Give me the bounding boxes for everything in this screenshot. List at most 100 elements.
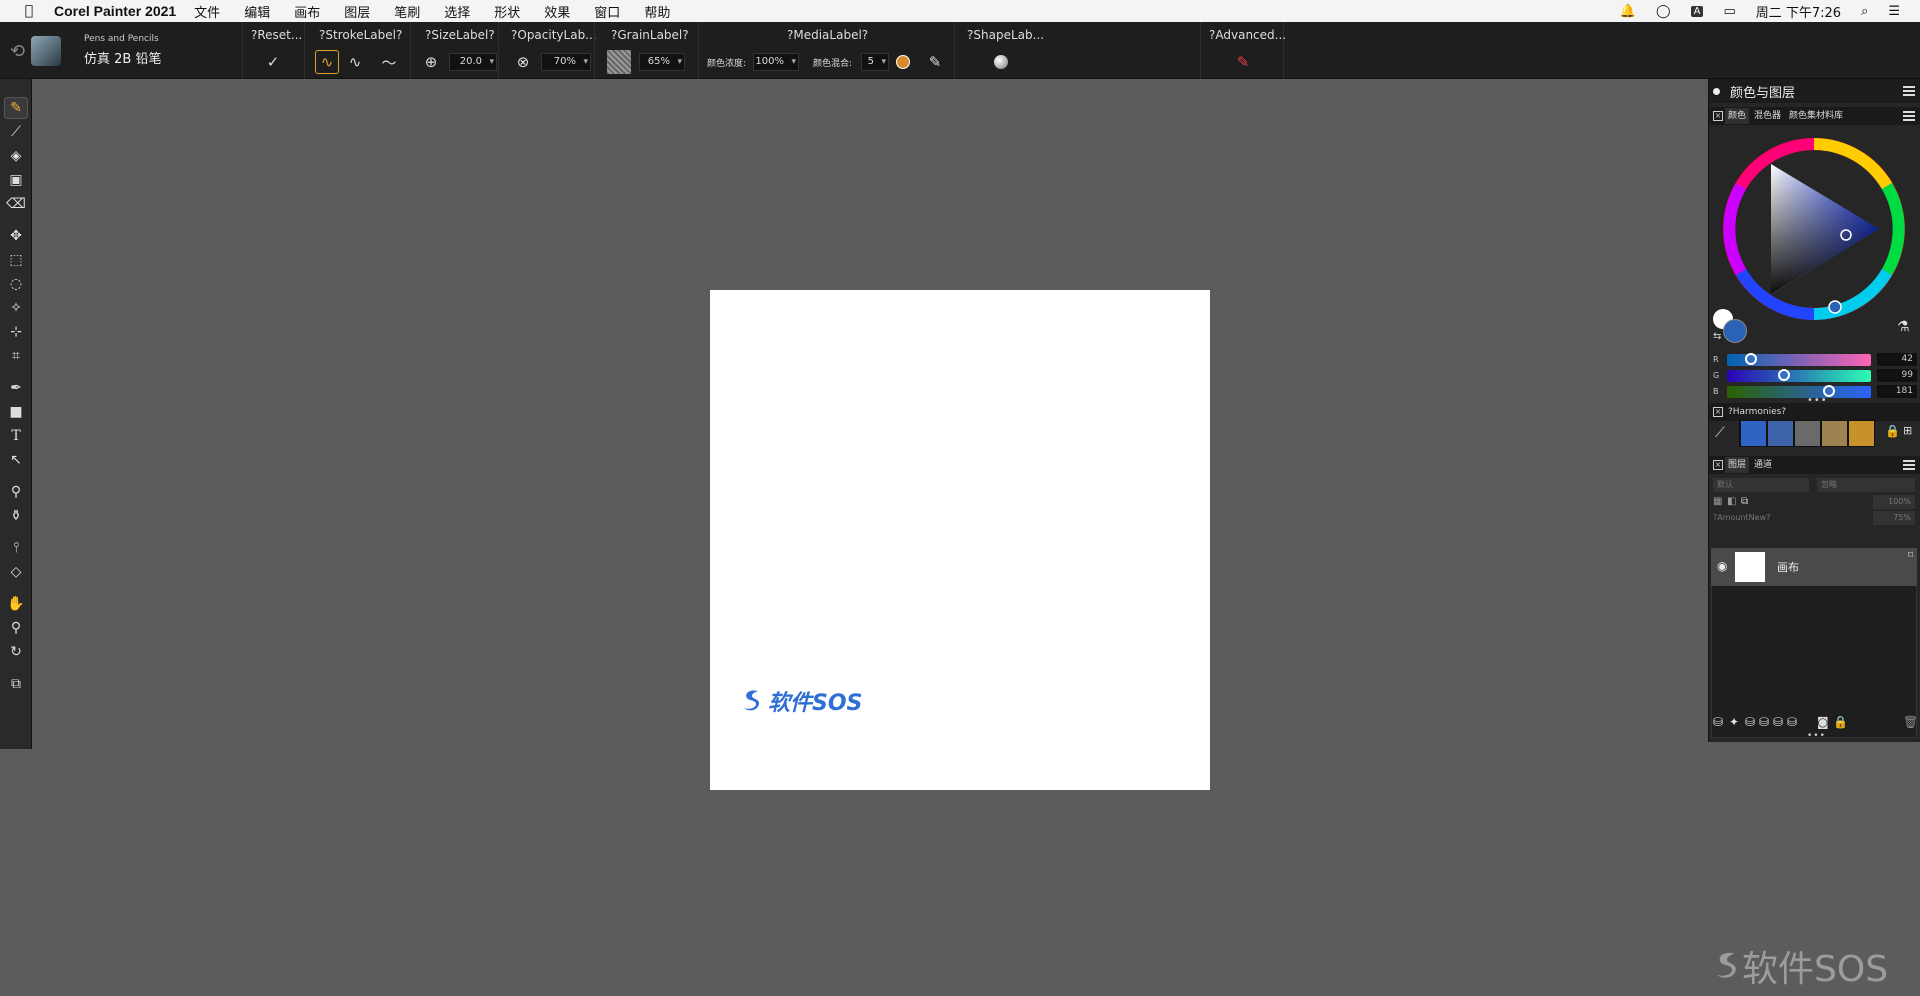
layer-opacity-field[interactable]: 100% xyxy=(1873,495,1915,509)
layer-row-canvas[interactable]: ◉ 画布 ⌑ xyxy=(1711,548,1917,586)
menu-canvas[interactable]: 画布 xyxy=(294,2,320,21)
harmony-rule-icon[interactable]: ⟋ xyxy=(1715,425,1725,441)
recent-brush-icon[interactable]: ⟲ xyxy=(10,41,25,62)
size-field[interactable]: 20.0 xyxy=(449,53,497,71)
lock-layer-icon[interactable]: ⧉ xyxy=(1741,496,1748,507)
blend-color-icon[interactable] xyxy=(891,50,915,74)
preserve-transparency-icon[interactable]: ▦ xyxy=(1713,496,1722,507)
crop-tool-icon[interactable]: ⌗ xyxy=(4,345,28,367)
panel-menu-icon[interactable] xyxy=(1903,86,1915,96)
drawing-mode-icon[interactable]: ⧉ xyxy=(4,673,28,695)
layers-close-icon[interactable]: × xyxy=(1713,460,1723,470)
blend-mode-select[interactable]: 默认 xyxy=(1713,478,1809,492)
tab-color-sets[interactable]: 颜色集材料库 xyxy=(1786,108,1846,124)
red-value[interactable]: 42 xyxy=(1877,353,1917,366)
menu-window[interactable]: 窗口 xyxy=(594,2,620,21)
color-tab-menu-icon[interactable] xyxy=(1903,111,1915,121)
new-watercolor-layer-icon[interactable]: ⛁ xyxy=(1759,715,1769,729)
new-thick-paint-layer-icon[interactable]: ⛁ xyxy=(1787,715,1797,729)
new-layer-icon[interactable]: ⛁ xyxy=(1745,715,1755,729)
display-mirror-icon[interactable]: ▭ xyxy=(1723,4,1735,19)
red-slider-knob[interactable] xyxy=(1745,353,1757,365)
color-tab-close-icon[interactable]: × xyxy=(1713,111,1723,121)
app-name-menu[interactable]: Corel Painter 2021 xyxy=(54,3,176,19)
menubar-clock[interactable]: 周二 下午7:26 xyxy=(1756,2,1841,21)
mirror-painting-tool-icon[interactable]: ⫯ xyxy=(4,537,28,559)
straight-line-stroke-icon[interactable]: ∿ xyxy=(343,50,367,74)
text-tool-icon[interactable]: T xyxy=(4,425,28,447)
spotlight-search-icon[interactable]: ⌕ xyxy=(1861,4,1868,19)
tab-color[interactable]: 颜色 xyxy=(1725,108,1750,124)
color-wheel[interactable] xyxy=(1719,134,1909,324)
harmony-swatch-4[interactable] xyxy=(1822,421,1847,446)
eraser-tool-icon[interactable]: ⌫ xyxy=(4,193,28,215)
dynamic-plugins-icon[interactable]: ✦ xyxy=(1729,715,1739,729)
shape-selection-tool-icon[interactable]: ↖ xyxy=(4,449,28,471)
cloner-tool-icon[interactable]: ⚲ xyxy=(4,481,28,503)
freehand-stroke-icon[interactable]: ∿ xyxy=(315,50,339,74)
menu-file[interactable]: 文件 xyxy=(194,2,220,21)
input-method-icon[interactable]: A xyxy=(1690,5,1704,17)
harmony-add-icon[interactable]: ⊞ xyxy=(1903,424,1912,437)
layers-menu-icon[interactable] xyxy=(1903,460,1915,470)
dab-shape-icon[interactable] xyxy=(989,50,1013,74)
stroke-smoothing-icon[interactable]: 〜 xyxy=(377,50,401,74)
color-variability-icon[interactable]: ⚗ xyxy=(1897,319,1910,335)
rotate-page-tool-icon[interactable]: ↻ xyxy=(4,641,28,663)
menu-select[interactable]: 选择 xyxy=(444,2,470,21)
dirty-mode-icon[interactable]: ✎ xyxy=(923,50,947,74)
green-slider-knob[interactable] xyxy=(1778,369,1790,381)
paint-bucket-tool-icon[interactable]: ◈ xyxy=(4,145,28,167)
grabber-tool-icon[interactable]: ✋ xyxy=(4,593,28,615)
pen-tool-icon[interactable]: ✒ xyxy=(4,377,28,399)
magnifier-tool-icon[interactable]: ⚲ xyxy=(4,617,28,639)
opacity-field[interactable]: 70% xyxy=(541,53,591,71)
advanced-brush-icon[interactable]: ✎ xyxy=(1231,50,1255,74)
layer-more-icon[interactable]: ••• xyxy=(1807,731,1826,741)
tab-layers[interactable]: 图层 xyxy=(1725,457,1750,473)
lasso-tool-icon[interactable]: ◌ xyxy=(4,273,28,295)
magic-wand-tool-icon[interactable]: ✧ xyxy=(4,297,28,319)
delete-layer-icon[interactable]: 🗑 xyxy=(1903,715,1918,729)
menu-brushes[interactable]: 笔刷 xyxy=(394,2,420,21)
color-density-field[interactable]: 100% xyxy=(753,53,799,71)
composite-select[interactable]: 忽略 xyxy=(1817,478,1915,492)
menu-shapes[interactable]: 形状 xyxy=(494,2,520,21)
control-center-icon[interactable]: ☰ xyxy=(1888,4,1900,19)
swap-colors-icon[interactable]: ⇆ xyxy=(1713,331,1721,342)
rubber-stamp-tool-icon[interactable]: ⚱ xyxy=(4,505,28,527)
menu-effects[interactable]: 效果 xyxy=(544,2,570,21)
panel-close-icon[interactable] xyxy=(1713,87,1720,95)
perspective-guides-tool-icon[interactable]: ◇ xyxy=(4,561,28,583)
green-slider[interactable] xyxy=(1727,369,1871,382)
primary-color-swatch[interactable] xyxy=(1723,319,1747,343)
layer-mask-icon[interactable]: ◙ xyxy=(1817,715,1829,729)
rectangle-shape-tool-icon[interactable]: ■ xyxy=(4,401,28,423)
dropper-tool-icon[interactable]: ⟋ xyxy=(4,121,28,143)
brush-selector[interactable]: ⟲ Pens and Pencils 仿真 2B 铅笔 xyxy=(10,30,230,72)
harmony-swatch-5[interactable] xyxy=(1849,421,1874,446)
menu-layers[interactable]: 图层 xyxy=(344,2,370,21)
blue-slider[interactable] xyxy=(1727,385,1871,398)
color-blend-field[interactable]: 5 xyxy=(861,53,889,71)
tab-mixer[interactable]: 混色器 xyxy=(1751,108,1784,124)
status-circle-icon[interactable]: ◯ xyxy=(1656,4,1671,19)
hue-ring-knob[interactable] xyxy=(1828,300,1842,314)
menu-help[interactable]: 帮助 xyxy=(644,2,670,21)
drawing-canvas[interactable]: 软件SOS xyxy=(710,290,1210,790)
transform-tool-icon[interactable]: ⊹ xyxy=(4,321,28,343)
gradient-tool-icon[interactable]: ▣ xyxy=(4,169,28,191)
tab-channels[interactable]: 通道 xyxy=(1751,457,1775,473)
layer-lock-icon[interactable]: 🔒 xyxy=(1833,715,1848,729)
amount-field[interactable]: 75% xyxy=(1873,511,1915,525)
red-slider[interactable] xyxy=(1727,353,1871,366)
harmony-swatch-2[interactable] xyxy=(1768,421,1793,446)
panel-title-bar[interactable]: 颜色与图层 xyxy=(1709,79,1920,103)
harmony-lock-icon[interactable]: 🔒 xyxy=(1885,424,1900,438)
apple-menu-icon[interactable]:  xyxy=(20,3,38,19)
rectangular-selection-tool-icon[interactable]: ⬚ xyxy=(4,249,28,271)
pick-up-underlying-color-icon[interactable]: ◧ xyxy=(1727,496,1736,507)
harmony-swatch-1[interactable] xyxy=(1741,421,1766,446)
brush-tool-icon[interactable]: ✎ xyxy=(4,97,28,119)
layer-visibility-eye-icon[interactable]: ◉ xyxy=(1717,559,1727,573)
